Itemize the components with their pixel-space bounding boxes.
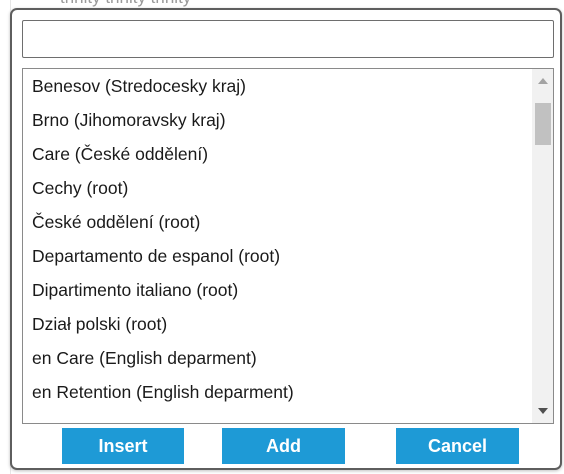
list-item[interactable]: Dział polski (root) <box>23 307 533 341</box>
add-button[interactable]: Add <box>222 428 345 464</box>
chevron-down-icon[interactable] <box>533 401 553 421</box>
chevron-up-icon[interactable] <box>533 71 553 91</box>
list-item[interactable]: České oddělení (root) <box>23 205 533 239</box>
list-item[interactable]: en Retention (English deparment) <box>23 375 533 409</box>
scrollbar-thumb[interactable] <box>535 103 551 145</box>
list-item[interactable]: en Care (English deparment) <box>23 341 533 375</box>
options-list: Benesov (Stredocesky kraj) Brno (Jihomor… <box>23 69 533 409</box>
background-partial-text: trinity trinity trinity <box>60 0 191 8</box>
list-item[interactable]: Dipartimento italiano (root) <box>23 273 533 307</box>
cancel-button[interactable]: Cancel <box>396 428 519 464</box>
select-dialog: Benesov (Stredocesky kraj) Brno (Jihomor… <box>10 8 562 470</box>
insert-button[interactable]: Insert <box>62 428 184 464</box>
search-input[interactable] <box>22 20 554 58</box>
list-item[interactable]: Benesov (Stredocesky kraj) <box>23 69 533 103</box>
vertical-scrollbar[interactable] <box>532 69 553 423</box>
page: trinity trinity trinity Benesov (Stredoc… <box>0 0 564 474</box>
list-item[interactable]: Cechy (root) <box>23 171 533 205</box>
list-item[interactable]: Brno (Jihomoravsky kraj) <box>23 103 533 137</box>
options-listbox[interactable]: Benesov (Stredocesky kraj) Brno (Jihomor… <box>22 68 554 424</box>
list-item[interactable]: Departamento de espanol (root) <box>23 239 533 273</box>
list-item[interactable]: Care (České oddělení) <box>23 137 533 171</box>
